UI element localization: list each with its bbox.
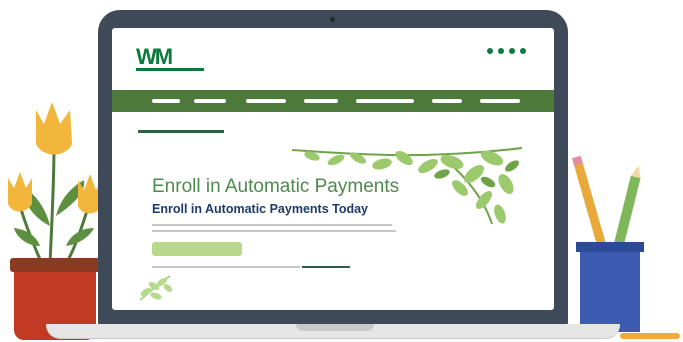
text-placeholder-line: [152, 224, 392, 226]
nav-link[interactable]: [432, 99, 462, 103]
text-placeholder-line: [152, 230, 396, 232]
tulip-plant-illustration: [8, 102, 102, 265]
pencil-cup-rim: [576, 242, 644, 252]
menu-dots-icon[interactable]: [487, 48, 526, 54]
menu-dot: [487, 48, 493, 54]
pencil-illustration: [572, 155, 641, 250]
laptop-hinge-notch: [296, 324, 374, 331]
laptop-screen: WM Enroll in Automatic Payments Enroll i…: [112, 28, 554, 310]
nav-link[interactable]: [480, 99, 520, 103]
webcam-icon: [330, 17, 335, 22]
brand-logo[interactable]: WM: [136, 44, 173, 69]
desk-accent-bar: [620, 333, 680, 339]
flower-pot-rim: [10, 258, 100, 272]
page-title: Enroll in Automatic Payments: [152, 176, 400, 197]
brand-logo-text: WM: [136, 44, 173, 69]
nav-link[interactable]: [152, 99, 180, 103]
enroll-button[interactable]: [152, 242, 242, 256]
nav-link[interactable]: [304, 99, 338, 103]
menu-dot: [498, 48, 504, 54]
nav-link[interactable]: [194, 99, 226, 103]
nav-link[interactable]: [356, 99, 414, 103]
menu-dot: [520, 48, 526, 54]
navigation-bar: [112, 90, 554, 112]
nav-link[interactable]: [246, 99, 286, 103]
page-subtitle: Enroll in Automatic Payments Today: [152, 202, 369, 216]
link-placeholder-line[interactable]: [302, 266, 350, 268]
small-leaf-illustration: [139, 275, 173, 301]
text-placeholder-line: [152, 266, 300, 268]
menu-dot: [509, 48, 515, 54]
pencil-cup: [580, 248, 640, 332]
section-accent-line: [138, 130, 224, 133]
logo-tagline-bar: [136, 68, 204, 71]
